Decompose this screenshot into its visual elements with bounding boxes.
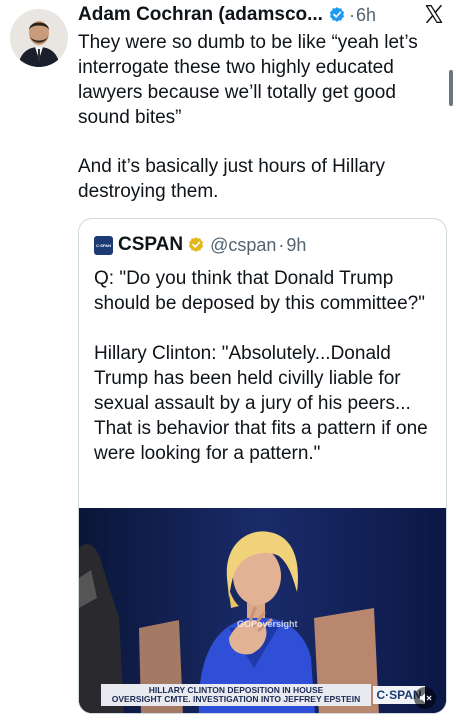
lower-third-line-2: OVERSIGHT CMTE. INVESTIGATION INTO JEFFR… [111,694,361,704]
quoted-handle[interactable]: @cspan [210,235,276,256]
quoted-paragraph: Q: "Do you think that Donald Trump shoul… [94,268,425,314]
quoted-tweet-card[interactable]: C·SPAN CSPAN @cspan · 9h Q: "Do you thin… [78,218,447,714]
cspan-avatar[interactable]: C·SPAN [94,235,113,255]
mute-icon[interactable] [414,687,436,709]
author-name[interactable]: Adam Cochran (adamsco... [78,4,323,26]
tweet-header: Adam Cochran (adamsco... · 6h [78,2,448,28]
video-lower-third: HILLARY CLINTON DEPOSITION IN HOUSE OVER… [101,684,371,706]
cspan-logo-text: C·SPAN [95,242,112,248]
video-player[interactable]: GOPoversight HILLARY CLINTON DEPOSITION … [79,508,446,713]
tweet-text: They were so dumb to be like “yeah let’s… [78,30,440,204]
quoted-time[interactable]: 9h [286,235,306,256]
tweet-paragraph: And it’s basically just hours of Hillary… [78,156,385,202]
verified-badge-icon [328,6,346,24]
avatar[interactable] [10,9,68,67]
x-logo-icon [424,4,444,24]
tweet-time[interactable]: 6h [356,5,376,26]
gold-verified-badge-icon [187,236,205,254]
scrollbar[interactable] [449,70,453,106]
time-separator: · [348,4,355,25]
quoted-separator: · [278,234,285,255]
tweet-paragraph: They were so dumb to be like “yeah let’s… [78,32,418,128]
quoted-paragraph: Hillary Clinton: "Absolutely...Donald Tr… [94,343,428,464]
quoted-tweet-text: Q: "Do you think that Donald Trump shoul… [94,266,439,466]
quoted-author-name[interactable]: CSPAN [118,234,183,256]
video-watermark: GOPoversight [237,619,298,629]
quoted-tweet-header: C·SPAN CSPAN @cspan · 9h [94,232,306,258]
